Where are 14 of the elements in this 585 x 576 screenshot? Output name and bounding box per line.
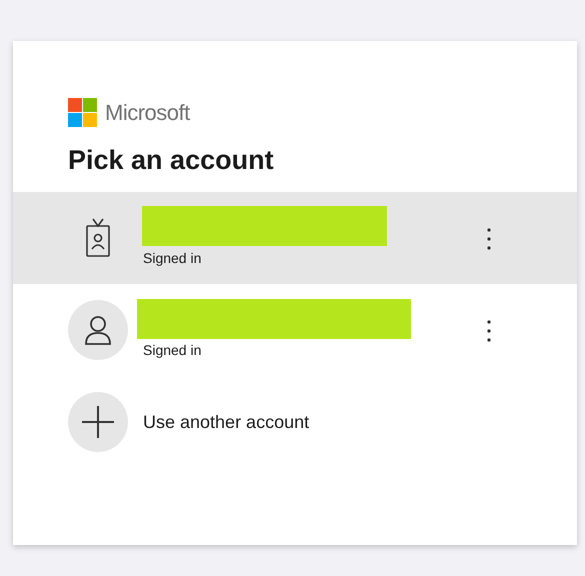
id-badge-icon bbox=[83, 218, 113, 258]
more-options-icon[interactable] bbox=[487, 320, 491, 342]
account-row[interactable]: Signed in bbox=[13, 192, 577, 284]
page-heading: Pick an account bbox=[67, 144, 275, 177]
account-status: Signed in bbox=[143, 248, 202, 268]
account-status: Signed in bbox=[143, 340, 202, 360]
add-account-row[interactable]: Use another account bbox=[13, 376, 577, 468]
brand-name: Microsoft bbox=[105, 99, 190, 127]
account-row[interactable]: Signed in bbox=[13, 284, 577, 376]
person-icon bbox=[84, 315, 112, 345]
plus-icon bbox=[82, 406, 114, 438]
more-options-icon[interactable] bbox=[487, 228, 491, 250]
add-account-label: Use another account bbox=[143, 410, 310, 434]
four-squares-logo-icon bbox=[68, 98, 97, 127]
